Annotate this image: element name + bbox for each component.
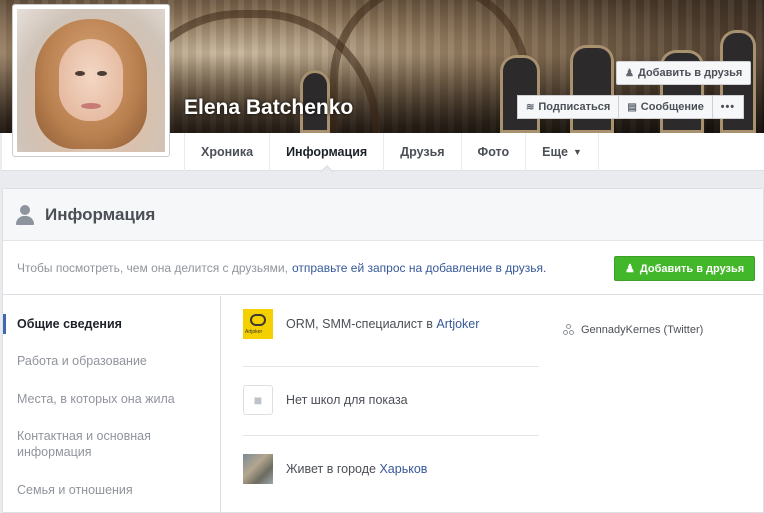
caret-down-icon: ▼: [572, 147, 582, 157]
add-friend-button-top[interactable]: ♟ Добавить в друзья: [616, 61, 752, 85]
tab-label: Информация: [286, 145, 368, 159]
friend-request-notice: Чтобы посмотреть, чем она делится с друз…: [3, 241, 763, 295]
school-icon: ■: [243, 385, 273, 415]
add-friend-label: Добавить в друзья: [637, 67, 743, 79]
active-indicator: [3, 314, 6, 334]
about-sidenav: Общие сведения Работа и образование Мест…: [3, 296, 221, 513]
rss-icon: ≋: [526, 101, 535, 113]
work-row: Artjoker ORM, SMM-специалист в Artjoker: [243, 309, 539, 339]
more-label: •••: [720, 101, 736, 113]
divider: [243, 366, 539, 367]
tab-more[interactable]: Еще ▼: [526, 133, 599, 171]
shared-source-text[interactable]: GennadyKernes (Twitter): [581, 324, 703, 336]
follow-button[interactable]: ≋ Подписаться: [517, 95, 620, 119]
sidenav-item-family[interactable]: Семья и отношения: [17, 482, 207, 498]
message-button[interactable]: ▤ Сообщение: [618, 95, 713, 119]
city-row: Живет в городе Харьков: [243, 454, 539, 484]
person-icon: [15, 204, 35, 226]
tab-label: Друзья: [400, 145, 445, 159]
shared-source: GennadyKernes (Twitter): [563, 324, 703, 336]
profile-picture[interactable]: [12, 4, 170, 157]
city-prefix: Живет в городе: [286, 462, 376, 476]
add-friend-button[interactable]: ♟ Добавить в друзья: [614, 256, 756, 281]
about-body: Общие сведения Работа и образование Мест…: [3, 296, 763, 513]
chat-bubbles-icon: ▤: [627, 101, 637, 113]
profile-actions: ≋ Подписаться ▤ Сообщение •••: [517, 95, 744, 119]
person-plus-icon: ♟: [625, 263, 635, 275]
sidenav-item-work-education[interactable]: Работа и образование: [17, 353, 207, 369]
panel-title: Информация: [45, 204, 156, 224]
notice-link[interactable]: отправьте ей запрос на добавление в друз…: [292, 261, 546, 275]
company-logo[interactable]: Artjoker: [243, 309, 273, 339]
tab-label: Фото: [477, 145, 510, 159]
work-text: ORM, SMM-специалист в Artjoker: [286, 317, 479, 331]
person-plus-icon: ♟: [625, 67, 634, 79]
sidenav-item-places[interactable]: Места, в которых она жила: [17, 391, 207, 407]
profile-name[interactable]: Elena Batchenko: [184, 96, 353, 120]
city-link[interactable]: Харьков: [379, 462, 427, 476]
sidenav-item-overview[interactable]: Общие сведения: [17, 316, 207, 332]
tab-label: Хроника: [201, 145, 254, 159]
notice-text: Чтобы посмотреть, чем она делится с друз…: [17, 260, 288, 275]
message-label: Сообщение: [640, 101, 704, 113]
company-logo-text: Artjoker: [245, 329, 263, 335]
work-company-link[interactable]: Artjoker: [436, 317, 479, 331]
panel-header: Информация: [3, 189, 763, 241]
sidenav-item-contact[interactable]: Контактная и основная информация: [17, 428, 207, 460]
divider: [243, 435, 539, 436]
avatar: [17, 9, 165, 152]
tab-photos[interactable]: Фото: [462, 133, 527, 171]
more-button[interactable]: •••: [711, 95, 744, 119]
add-friend-button-label: Добавить в друзья: [639, 262, 745, 275]
tab-label: Еще: [542, 145, 568, 159]
work-title: ORM, SMM-специалист в: [286, 317, 433, 331]
follow-label: Подписаться: [538, 101, 611, 113]
school-text: Нет школ для показа: [286, 393, 408, 407]
city-text: Живет в городе Харьков: [286, 462, 427, 476]
tab-friends[interactable]: Друзья: [384, 133, 462, 171]
city-thumbnail[interactable]: [243, 454, 273, 484]
share-network-icon: [563, 324, 575, 336]
school-row: ■ Нет школ для показа: [243, 385, 539, 415]
tab-timeline[interactable]: Хроника: [185, 133, 271, 171]
tab-about[interactable]: Информация: [270, 133, 385, 173]
about-panel: Информация Чтобы посмотреть, чем она дел…: [2, 188, 764, 513]
